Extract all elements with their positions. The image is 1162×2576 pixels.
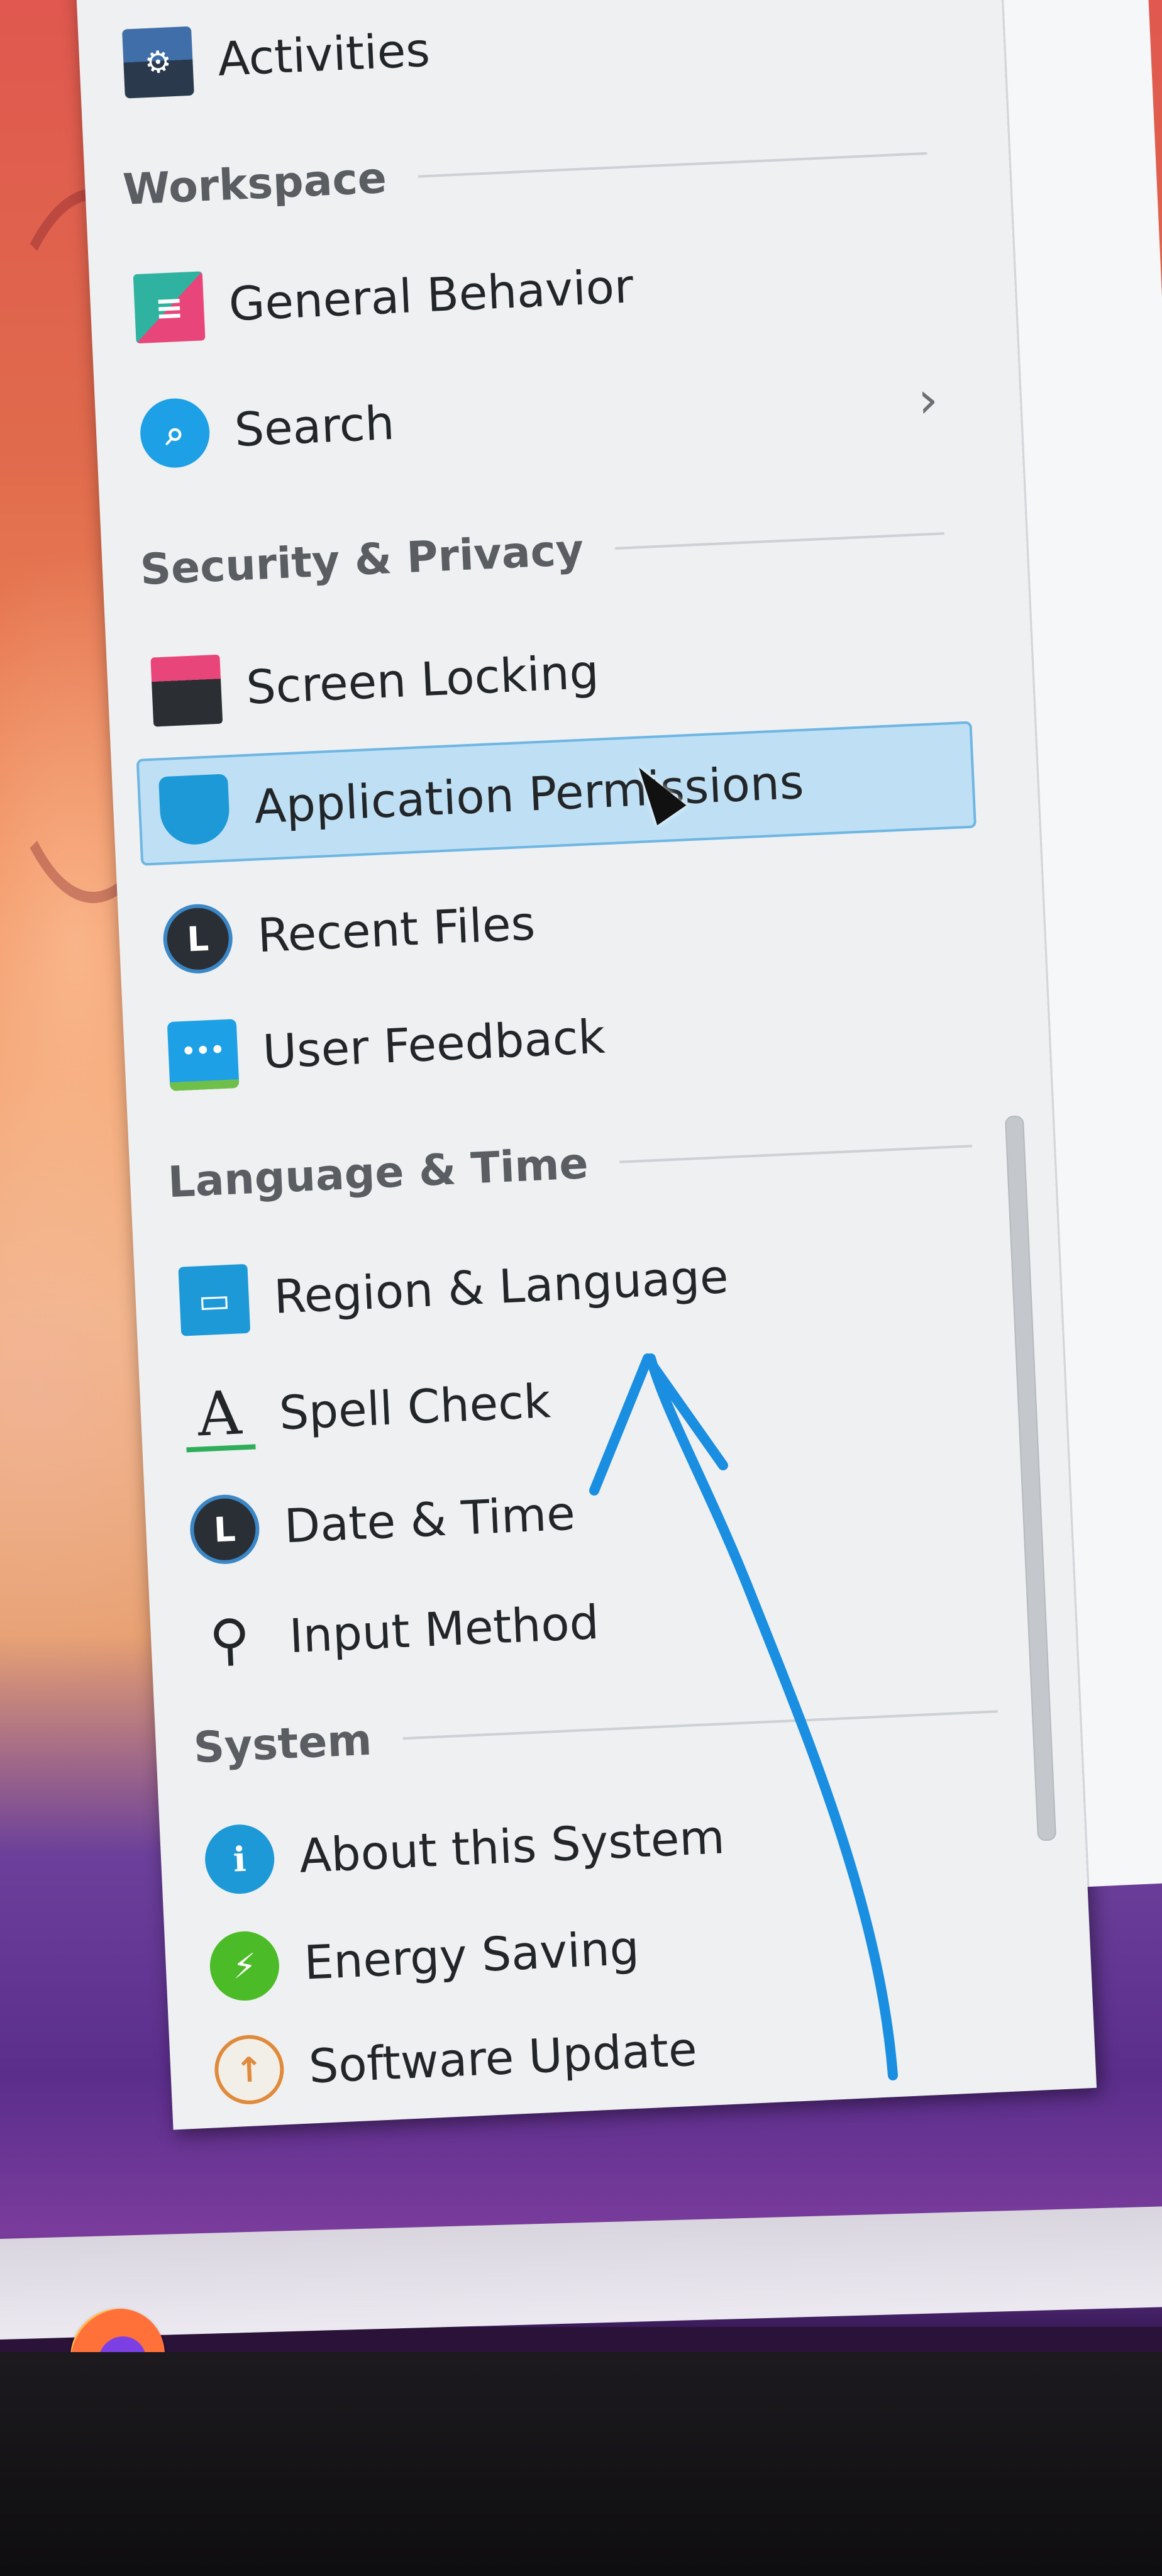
region-language-icon: ▭: [178, 1263, 251, 1336]
input-method-icon: ⚲: [208, 1606, 252, 1673]
sidebar-item-label: Software Update: [307, 2022, 699, 2094]
sidebar-item-label: Screen Locking: [245, 645, 600, 715]
sidebar-item-label: Input Method: [288, 1595, 600, 1664]
section-header-system: System: [155, 1682, 1037, 1778]
sidebar-item-label: Search: [233, 396, 396, 458]
sidebar-item-label: General Behavior: [228, 259, 635, 332]
section-divider: [619, 1145, 973, 1163]
sidebar-item-label: Spell Check: [278, 1374, 552, 1441]
section-divider: [402, 1710, 998, 1740]
search-icon: ⌕: [138, 397, 211, 470]
section-title: Language & Time: [167, 1138, 590, 1208]
chevron-right-icon: ›: [916, 370, 940, 430]
section-header-security-privacy: Security & Privacy: [101, 504, 983, 600]
clock-icon: L: [162, 902, 235, 975]
sidebar-item-screen-locking[interactable]: Screen Locking: [131, 602, 971, 747]
sidebar-item-label: Activities: [216, 23, 431, 87]
sidebar-item-label: Region & Language: [272, 1250, 730, 1324]
general-behavior-icon: ≡: [133, 271, 206, 344]
sidebar-item-application-permissions[interactable]: Application Permissions: [136, 721, 977, 866]
section-title: System: [192, 1715, 373, 1773]
screen-lock-icon: [150, 654, 223, 727]
sidebar-item-search[interactable]: ⌕ Search ›: [119, 344, 959, 489]
sidebar-item-label: Date & Time: [283, 1486, 577, 1554]
section-divider: [614, 532, 944, 550]
sidebar-item-label: User Feedback: [262, 1009, 607, 1080]
section-title: Workspace: [121, 153, 388, 215]
section-header-workspace: Workspace: [84, 123, 966, 219]
sidebar-item-label: Application Permissions: [253, 755, 805, 835]
spell-check-icon: A: [183, 1377, 256, 1453]
monitor-bezel: [0, 2352, 1162, 2576]
feedback-icon: •••: [167, 1019, 240, 1091]
sidebar-item-label: Recent Files: [256, 896, 536, 963]
update-icon: ↑: [213, 2033, 285, 2106]
sidebar-item-activities[interactable]: ⚙ Activities: [102, 0, 943, 118]
clock-icon: L: [188, 1493, 261, 1566]
settings-sidebar: ⚙ Activities Workspace ≡ General Behavio…: [75, 0, 1097, 2130]
settings-window: ⚙ Activities Workspace ≡ General Behavio…: [75, 0, 1162, 2130]
sidebar-item-general-behavior[interactable]: ≡ General Behavior: [113, 218, 953, 363]
sidebar-item-label: About this System: [298, 1810, 726, 1884]
section-header-language-time: Language & Time: [129, 1116, 1011, 1213]
activities-icon: ⚙: [122, 26, 194, 99]
section-title: Security & Privacy: [139, 525, 585, 595]
info-icon: i: [203, 1823, 276, 1896]
section-divider: [418, 152, 927, 178]
sidebar-item-label: Energy Saving: [302, 1921, 641, 1990]
energy-icon: ⚡: [208, 1929, 281, 2002]
shield-icon: [158, 774, 231, 847]
